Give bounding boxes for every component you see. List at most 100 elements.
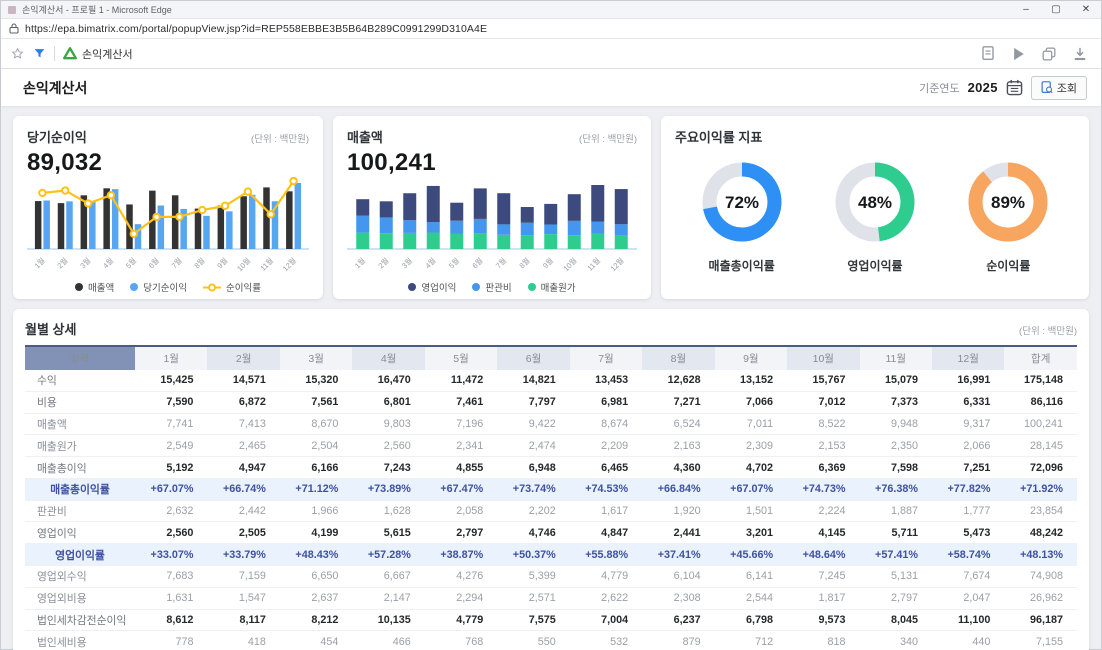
svg-text:5월: 5월 bbox=[446, 255, 461, 270]
url-bar[interactable]: https://epa.bimatrix.com/portal/popupVie… bbox=[1, 19, 1101, 39]
cell-value: 440 bbox=[932, 631, 1004, 650]
cell-value: +67.07% bbox=[715, 478, 787, 500]
bookmark-label[interactable]: 손익계산서 bbox=[82, 46, 133, 62]
svg-text:6월: 6월 bbox=[146, 255, 161, 270]
cell-value: 2,163 bbox=[642, 435, 714, 457]
donut-charts: 72%매출총이익률48%영업이익률89%순이익률 bbox=[675, 156, 1075, 274]
cell-value: 7,155 bbox=[1004, 631, 1077, 650]
browser-window: 손익계산서 - 프로필 1 - Microsoft Edge – ▢ ✕ htt… bbox=[0, 0, 1102, 650]
table-row: 법인세차감전순이익8,6128,1178,21210,1354,7797,575… bbox=[25, 609, 1077, 631]
legend-item[interactable]: 판관비 bbox=[472, 280, 511, 294]
legend-dot-icon bbox=[408, 283, 416, 291]
cell-value: 879 bbox=[642, 631, 714, 650]
svg-text:3월: 3월 bbox=[78, 255, 93, 270]
cell-value: 13,152 bbox=[715, 370, 787, 391]
cell-value: +45.66% bbox=[715, 544, 787, 566]
legend-item[interactable]: 매출원가 bbox=[528, 280, 576, 294]
calendar-button[interactable] bbox=[1006, 79, 1023, 96]
cell-value: 12,628 bbox=[642, 370, 714, 391]
cell-value: 418 bbox=[207, 631, 279, 650]
legend-dot-icon bbox=[528, 283, 536, 291]
cell-value: 768 bbox=[425, 631, 497, 650]
cell-value: 7,004 bbox=[570, 609, 642, 631]
cell-value: 2,341 bbox=[425, 435, 497, 457]
cell-value: +57.41% bbox=[860, 544, 932, 566]
row-label: 영업외수익 bbox=[25, 566, 135, 588]
cell-value: +48.43% bbox=[280, 544, 352, 566]
cell-value: 4,779 bbox=[570, 566, 642, 588]
cell-value: 7,598 bbox=[860, 457, 932, 479]
cell-value: +33.79% bbox=[207, 544, 279, 566]
svg-text:7월: 7월 bbox=[493, 255, 508, 270]
cell-value: 7,243 bbox=[352, 457, 424, 479]
download-icon[interactable] bbox=[1073, 47, 1087, 61]
cell-value: 7,674 bbox=[932, 566, 1004, 588]
row-label: 영업이익 bbox=[25, 522, 135, 544]
base-year-value[interactable]: 2025 bbox=[968, 80, 998, 95]
cell-value: 74,908 bbox=[1004, 566, 1077, 588]
donut-block: 72%매출총이익률 bbox=[682, 156, 802, 274]
search-button[interactable]: 조회 bbox=[1031, 76, 1087, 100]
report-icon[interactable] bbox=[981, 46, 995, 61]
net-income-value: 89,032 bbox=[27, 149, 309, 177]
cell-value: 72,096 bbox=[1004, 457, 1077, 479]
legend-item[interactable]: 순이익률 bbox=[203, 280, 261, 294]
window-favicon-icon bbox=[7, 5, 17, 15]
cell-value: 8,522 bbox=[787, 413, 859, 435]
legend-item[interactable]: 당기순이익 bbox=[130, 280, 187, 294]
svg-text:10월: 10월 bbox=[561, 255, 579, 273]
legend-item[interactable]: 매출액 bbox=[75, 280, 114, 294]
cell-value: 8,670 bbox=[280, 413, 352, 435]
cell-value: 818 bbox=[787, 631, 859, 650]
table-row: 수익15,42514,57115,32016,47011,47214,82113… bbox=[25, 370, 1077, 391]
svg-text:9월: 9월 bbox=[215, 255, 230, 270]
copy-icon[interactable] bbox=[1042, 47, 1056, 61]
cell-value: 2,797 bbox=[860, 587, 932, 609]
cell-value: 6,798 bbox=[715, 609, 787, 631]
svg-text:8월: 8월 bbox=[517, 255, 532, 270]
app-toolbar: 손익계산서 bbox=[1, 39, 1101, 69]
sales-stacked-bar-chart: 1월2월3월4월5월6월7월8월9월10월11월12월 bbox=[347, 177, 637, 279]
minimize-button[interactable]: – bbox=[1011, 1, 1041, 18]
filter-icon[interactable] bbox=[33, 47, 46, 60]
cell-value: 4,855 bbox=[425, 457, 497, 479]
cell-value: 9,803 bbox=[352, 413, 424, 435]
cell-value: +66.74% bbox=[207, 478, 279, 500]
row-label: 매출액 bbox=[25, 413, 135, 435]
column-header: 2월 bbox=[207, 346, 279, 370]
cell-value: 2,637 bbox=[280, 587, 352, 609]
cell-value: +48.13% bbox=[1004, 544, 1077, 566]
cell-value: 8,117 bbox=[207, 609, 279, 631]
cell-value: 2,544 bbox=[715, 587, 787, 609]
maximize-button[interactable]: ▢ bbox=[1041, 1, 1071, 18]
cell-value: +67.07% bbox=[135, 478, 207, 500]
column-header: 4월 bbox=[352, 346, 424, 370]
cell-value: 14,821 bbox=[497, 370, 569, 391]
table-row: 법인세비용77841845446676855053287971281834044… bbox=[25, 631, 1077, 650]
cell-value: +55.88% bbox=[570, 544, 642, 566]
cell-value: 1,547 bbox=[207, 587, 279, 609]
cell-value: 8,212 bbox=[280, 609, 352, 631]
legend-item[interactable]: 영업이익 bbox=[408, 280, 456, 294]
row-label: 매출총이익률 bbox=[25, 478, 135, 500]
cell-value: 2,632 bbox=[135, 500, 207, 522]
svg-text:2월: 2월 bbox=[55, 255, 70, 270]
close-button[interactable]: ✕ bbox=[1071, 1, 1101, 18]
cell-value: 15,079 bbox=[860, 370, 932, 391]
cell-value: 26,962 bbox=[1004, 587, 1077, 609]
cell-value: 4,276 bbox=[425, 566, 497, 588]
cell-value: +73.74% bbox=[497, 478, 569, 500]
play-icon[interactable] bbox=[1012, 47, 1025, 61]
cell-value: 2,549 bbox=[135, 435, 207, 457]
cell-value: +67.47% bbox=[425, 478, 497, 500]
cell-value: 7,373 bbox=[860, 391, 932, 413]
cell-value: 6,650 bbox=[280, 566, 352, 588]
cell-value: +76.38% bbox=[860, 478, 932, 500]
table-row: 판관비2,6322,4421,9661,6282,0582,2021,6171,… bbox=[25, 500, 1077, 522]
monthly-detail-table: 항목1월2월3월4월5월6월7월8월9월10월11월12월합계수익15,4251… bbox=[25, 345, 1077, 650]
star-icon[interactable] bbox=[11, 47, 24, 60]
cell-value: 7,797 bbox=[497, 391, 569, 413]
cell-value: +71.12% bbox=[280, 478, 352, 500]
url-text[interactable]: https://epa.bimatrix.com/portal/popupVie… bbox=[25, 23, 487, 35]
cell-value: +73.89% bbox=[352, 478, 424, 500]
